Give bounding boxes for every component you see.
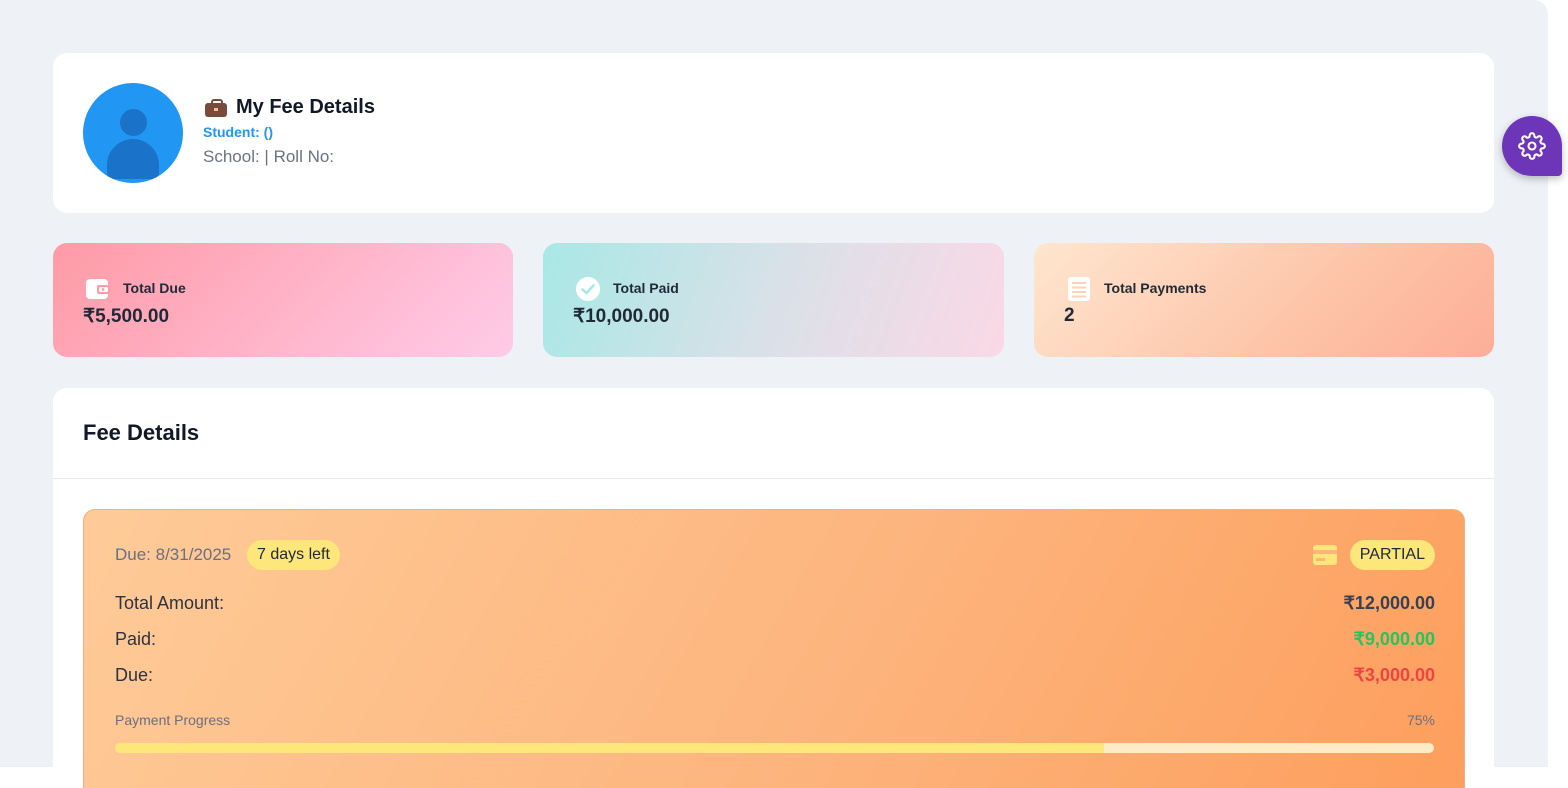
due-label: Due: [115, 665, 154, 685]
progress-fill [115, 743, 1105, 753]
credit-card-icon [1313, 545, 1337, 565]
total-amount-value: ₹12,000.00 [1343, 593, 1435, 613]
school-roll-info: School: | Roll No: [203, 147, 335, 166]
stat-label: Total Payments [1104, 280, 1207, 296]
page-title: My Fee Details [205, 96, 375, 119]
avatar-person-icon [120, 109, 147, 136]
paid-value: ₹9,000.00 [1353, 629, 1435, 649]
progress-label: Payment Progress [115, 712, 231, 728]
avatar [83, 83, 183, 183]
wallet-icon [86, 279, 110, 299]
receipt-icon [1068, 277, 1090, 301]
stat-label: Total Paid [613, 280, 679, 296]
check-circle-icon [576, 277, 600, 301]
due-value: ₹3,000.00 [1353, 665, 1435, 685]
profile-card: My Fee Details Student: () School: | Rol… [53, 53, 1494, 213]
stat-card-total-due: Total Due ₹5,500.00 [53, 243, 513, 357]
paid-label: Paid: [115, 629, 157, 649]
fee-details-section: Fee Details Due: 8/31/2025 7 days left P… [53, 388, 1494, 788]
stat-card-total-payments: Total Payments 2 [1034, 243, 1494, 357]
due-date: Due: 8/31/2025 [115, 545, 232, 564]
days-left-badge: 7 days left [247, 540, 340, 570]
fee-card[interactable]: Due: 8/31/2025 7 days left PARTIAL Total… [83, 509, 1465, 788]
page-title-text: My Fee Details [236, 96, 375, 118]
stat-value: 2 [1064, 305, 1075, 326]
student-name: Student: () [203, 124, 273, 140]
stat-value: ₹10,000.00 [573, 306, 670, 327]
total-amount-label: Total Amount: [115, 593, 225, 613]
briefcase-icon [205, 98, 227, 117]
progress-percentage: 75% [1406, 712, 1435, 728]
payment-progress-bar [115, 743, 1434, 753]
status-badge: PARTIAL [1349, 540, 1435, 570]
stat-label: Total Due [123, 280, 186, 296]
gear-icon [1518, 132, 1546, 160]
stat-value: ₹5,500.00 [83, 306, 170, 327]
section-title: Fee Details [83, 420, 200, 445]
settings-button[interactable] [1502, 116, 1562, 176]
divider [53, 478, 1494, 479]
stat-card-total-paid: Total Paid ₹10,000.00 [543, 243, 1004, 357]
